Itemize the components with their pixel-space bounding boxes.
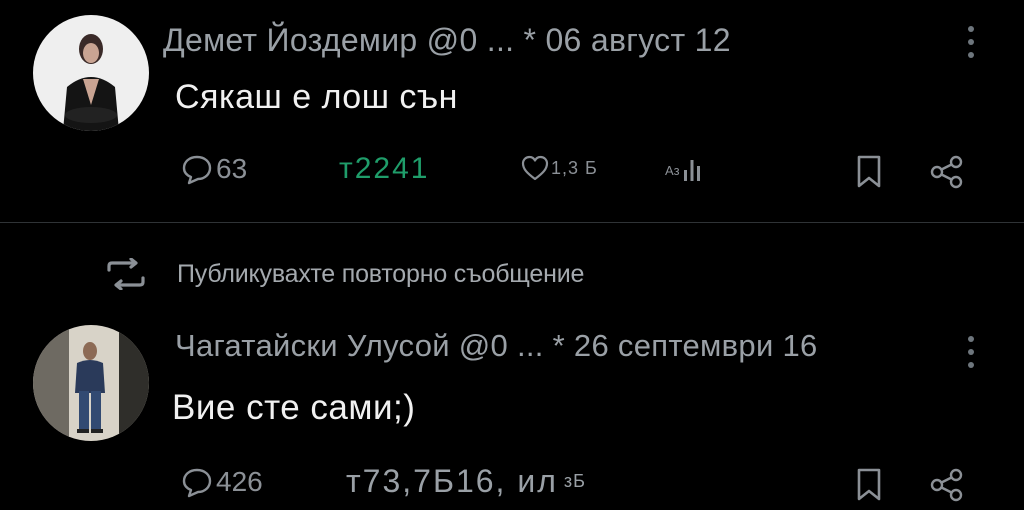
bookmark-icon [857,155,881,188]
post-text: Сякаш е лош сън [175,78,458,116]
post-1[interactable]: Демет Йоздемир @0 ... * 06 август 12 Сяк… [0,0,1024,223]
stats-label: Аз [665,162,680,178]
repost-note: Публикувахте повторно съобщение [105,257,584,291]
avatar[interactable] [33,325,149,441]
reply-icon [182,468,212,498]
share-icon [930,155,963,189]
views-text: т73,7Б16, ил [346,463,558,499]
views-suffix: зБ [563,471,586,491]
share-button[interactable] [928,467,966,503]
heart-icon [521,155,549,181]
repost-note-text: Публикувахте повторно съобщение [177,259,585,288]
bookmark-icon [857,468,881,501]
post-actions: 426 т73,7Б16, ил зБ [0,463,1024,503]
reply-icon [182,155,212,185]
author-line-text[interactable]: Демет Йоздемир @0 ... * 06 август 12 [163,22,731,58]
reply-count: 426 [216,466,263,497]
repost-icon [107,258,145,290]
stats-button[interactable]: Аз [665,158,702,182]
reply-button[interactable]: 63 [180,152,247,186]
avatar-image [33,325,149,441]
bookmark-button[interactable] [854,154,884,190]
more-icon[interactable] [966,334,976,370]
stats-icon [683,160,700,181]
avatar-image [33,15,149,131]
like-count: 1,3 Б [551,157,598,178]
bookmark-button[interactable] [854,467,884,503]
share-button[interactable] [928,154,966,190]
post-text: Вие сте сами;) [172,388,416,427]
post-author-line[interactable]: Демет Йоздемир @0 ... * 06 август 12 [163,22,741,59]
post-2[interactable]: Публикувахте повторно съобщение Чагатайс… [0,223,1024,510]
views-count[interactable]: т2241 [339,152,429,186]
post-author-line[interactable]: Чагатайски Улусой @0 ... * 26 септември … [175,328,828,364]
post-actions: 63 т2241 1,3 Б Аз [0,150,1024,190]
avatar[interactable] [33,15,149,131]
share-icon [930,468,963,502]
more-icon[interactable] [966,24,976,60]
views-count[interactable]: т73,7Б16, ил зБ [346,463,586,500]
author-line-text[interactable]: Чагатайски Улусой @0 ... * 26 септември … [175,328,818,363]
like-button[interactable]: 1,3 Б [520,154,598,182]
reply-button[interactable]: 426 [180,465,263,499]
reply-count: 63 [216,153,248,184]
